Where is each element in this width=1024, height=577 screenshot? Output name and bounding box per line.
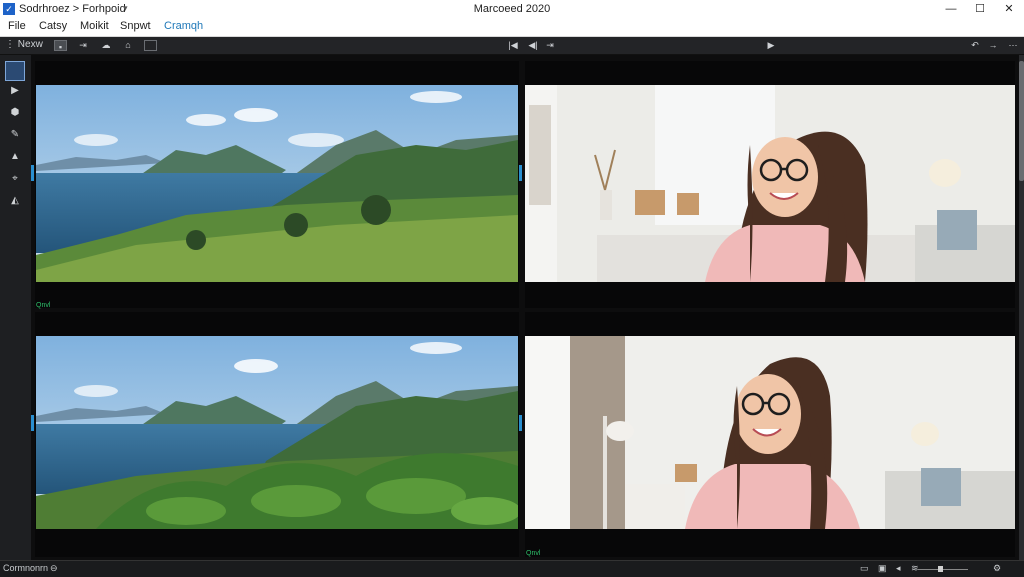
portrait-image [525, 85, 1015, 282]
panel-landscape-top[interactable]: Qnvl [35, 61, 519, 309]
menu-moikit[interactable]: Moikit [80, 20, 109, 32]
skip-back-icon[interactable]: |◀ [506, 39, 520, 51]
status-bar: Cormnonrn ⊖ ▭ ▣ ◂ ≋ ⚙ [0, 560, 1024, 577]
play-icon[interactable]: ▶ [764, 39, 778, 51]
select-tool-icon[interactable] [5, 61, 25, 81]
panel-marker: Qnvl [36, 302, 51, 309]
menu-bar: File Catsy Moikit Snpwt Cramqh [0, 19, 1024, 37]
status-label: Cormnonrn [3, 563, 49, 573]
panel-edge-handle[interactable] [519, 415, 522, 431]
crop-tool-icon[interactable]: ⌖ [7, 172, 23, 186]
tool-sidebar: ▶ ⬢ ✎ ▲ ⌖ ◭ [0, 55, 32, 560]
save-icon[interactable]: ▣ [878, 563, 887, 574]
panel-edge-handle[interactable] [31, 415, 34, 431]
panel-edge-handle[interactable] [519, 165, 522, 181]
menu-cramqh[interactable]: Cramqh [164, 20, 203, 32]
menu-snpwt[interactable]: Snpwt [120, 20, 151, 32]
gear-icon[interactable]: ⚙ [993, 563, 1001, 574]
new-icon: ⋮ [5, 39, 18, 50]
volume-slider-knob[interactable] [938, 566, 943, 572]
warning-tool-icon[interactable]: ▲ [7, 150, 23, 164]
layout-icon[interactable]: ▭ [860, 563, 869, 574]
landscape-leaves-image [36, 336, 518, 529]
maximize-button[interactable]: ☐ [971, 2, 989, 16]
frame-icon[interactable] [144, 40, 157, 51]
panel-portrait-bottom[interactable]: Qnvl [525, 312, 1015, 557]
speaker-icon[interactable]: ◂ [896, 563, 901, 574]
scrollbar-thumb[interactable] [1019, 61, 1024, 181]
window-title: Marcoeed 2020 [473, 3, 551, 15]
pen-tool-icon[interactable]: ✎ [7, 128, 23, 142]
title-bar: ✓ Sodrhroez > Forhpoid ▾ Marcoeed 2020 —… [0, 0, 1024, 19]
volume-slider[interactable] [918, 569, 968, 570]
play-tool-icon[interactable]: ▶ [7, 84, 23, 98]
fill-tool-icon[interactable]: ◭ [7, 194, 23, 208]
portrait-bottom-image [525, 336, 1015, 529]
new-button[interactable]: ⋮ Nexw [5, 39, 43, 50]
step-forward-icon[interactable]: ⇥ [543, 39, 557, 51]
image-tool-icon[interactable]: ▪ [54, 40, 67, 52]
toolbar: ⋮ Nexw ▪ ⇥ ☁ ⌂ |◀ ◀| ⇥ ▶ ↶ → ⋯ [0, 37, 1024, 55]
more-icon[interactable]: ⋯ [1006, 39, 1020, 51]
panel-marker: Qnvl [526, 550, 541, 557]
cloud-icon[interactable]: ☁ [99, 39, 113, 51]
panel-edge-handle[interactable] [31, 165, 34, 181]
close-button[interactable]: ✕ [1000, 2, 1018, 16]
panel-portrait-top[interactable] [525, 61, 1015, 308]
refresh-icon[interactable]: ⊖ [50, 563, 58, 574]
vertical-scrollbar[interactable] [1019, 55, 1024, 560]
arrow-right-icon[interactable]: → [986, 39, 1000, 51]
undo-icon[interactable]: ↶ [968, 39, 982, 51]
landscape-image [36, 85, 518, 282]
export-icon[interactable]: ⇥ [76, 39, 90, 51]
new-label: Nexw [17, 39, 43, 50]
viewer-workspace: Qnvl Qnvl [31, 55, 1019, 560]
menu-file[interactable]: File [8, 20, 26, 32]
menu-catsy[interactable]: Catsy [39, 20, 67, 32]
minimize-button[interactable]: — [942, 2, 960, 16]
panel-landscape-bottom[interactable] [35, 312, 519, 557]
shape-tool-icon[interactable]: ⬢ [7, 106, 23, 120]
step-back-icon[interactable]: ◀| [526, 39, 540, 51]
car-icon[interactable]: ⌂ [121, 39, 135, 51]
